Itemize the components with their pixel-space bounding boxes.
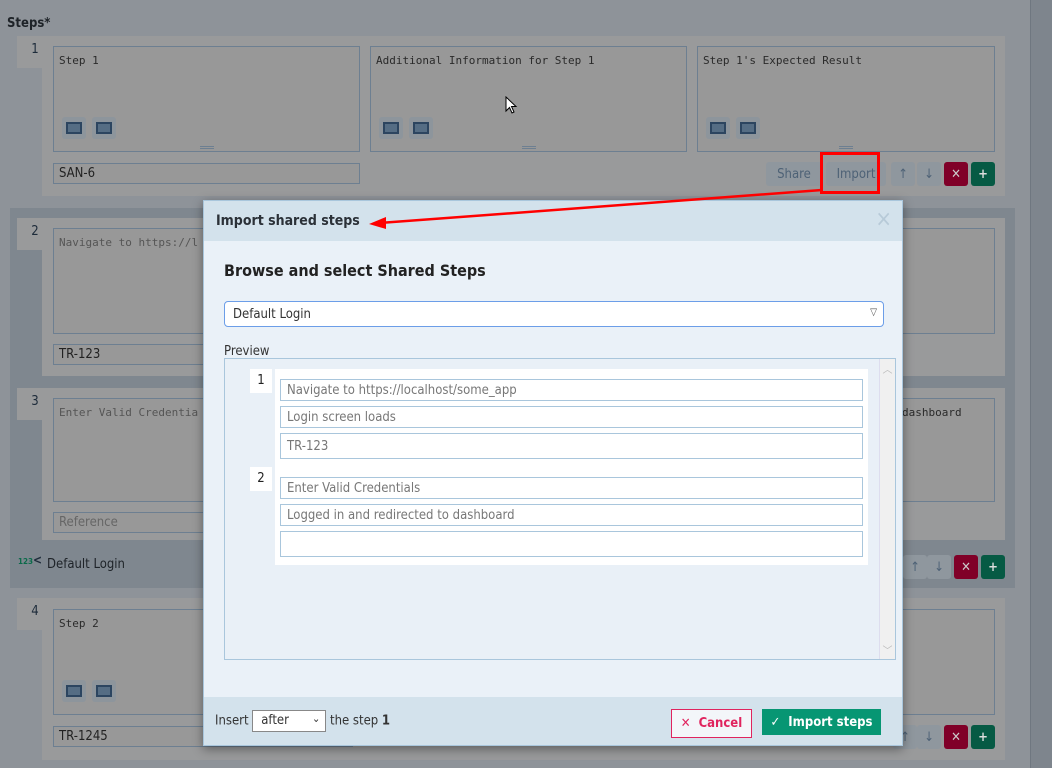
step-text: Step 2 <box>59 617 99 630</box>
dialog-heading: Browse and select Shared Steps <box>224 261 486 280</box>
move-down-button[interactable]: ↓ <box>927 555 951 579</box>
close-icon: ✕ <box>680 716 691 731</box>
expected-textarea[interactable] <box>890 609 995 715</box>
move-down-button[interactable]: ↓ <box>917 162 941 186</box>
reference-input[interactable]: SAN-6 <box>53 163 360 184</box>
insert-table-icon[interactable] <box>92 680 116 702</box>
required-mark: * <box>44 16 51 31</box>
shared-steps-icon: 123< <box>18 553 43 567</box>
expected-textarea[interactable]: dashboard <box>890 398 995 502</box>
preview-step-number: 2 <box>250 467 272 491</box>
expected-textarea[interactable] <box>890 228 995 334</box>
insert-image-icon[interactable] <box>62 680 86 702</box>
preview-expected-field: Login screen loads <box>280 406 863 428</box>
preview-scrollbar[interactable]: ︿ ﹀ <box>879 359 895 659</box>
step-text: Step 1 <box>59 54 99 67</box>
preview-step: 2 Enter Valid Credentials Logged in and … <box>250 465 868 565</box>
import-steps-label: Import steps <box>788 714 873 730</box>
dropdown-caret-icon: ▽ <box>870 307 877 318</box>
step-number: 1 <box>17 36 53 68</box>
preview-step: 1 Navigate to https://localhost/some_app… <box>250 369 868 465</box>
the-step-label: the step <box>329 713 379 729</box>
selected-value: Default Login <box>233 307 311 322</box>
import-shared-steps-dialog: Import shared steps × Browse and select … <box>203 200 903 746</box>
move-down-button[interactable]: ↓ <box>917 725 941 749</box>
insert-table-icon[interactable] <box>736 117 760 139</box>
preview-panel: 1 Navigate to https://localhost/some_app… <box>224 358 896 660</box>
delete-step-button[interactable]: ✕ <box>944 725 968 749</box>
check-icon: ✓ <box>770 714 781 730</box>
preview-expected-field: Logged in and redirected to dashboard <box>280 504 863 526</box>
steps-label: Steps* <box>7 16 50 31</box>
move-up-button[interactable]: ↑ <box>891 162 915 186</box>
preview-reference-field <box>280 531 863 557</box>
info-text: Additional Information for Step 1 <box>376 54 595 67</box>
annotation-highlight-box <box>820 152 880 194</box>
import-steps-button[interactable]: ✓ Import steps <box>762 709 881 735</box>
preview-step-field: Navigate to https://localhost/some_app <box>280 379 863 401</box>
preview-label: Preview <box>224 344 270 359</box>
expected-textarea[interactable]: Step 1's Expected Result <box>697 46 995 152</box>
add-step-button[interactable]: + <box>981 555 1005 579</box>
step-textarea[interactable]: Step 1 <box>53 46 360 152</box>
insert-table-icon[interactable] <box>92 117 116 139</box>
delete-step-button[interactable]: ✕ <box>954 555 978 579</box>
dialog-header: Import shared steps <box>204 201 902 241</box>
expected-text: Step 1's Expected Result <box>703 54 862 67</box>
move-up-button[interactable]: ↑ <box>903 555 927 579</box>
close-icon[interactable]: × <box>875 207 892 232</box>
insert-table-icon[interactable] <box>409 117 433 139</box>
dialog-footer: Insert after ⌄ the step 1 ✕ Cancel ✓ Import… <box>204 697 902 745</box>
page-scrollbar[interactable] <box>1030 0 1052 768</box>
shared-group-label: Default Login <box>47 557 125 572</box>
insert-image-icon[interactable] <box>379 117 403 139</box>
step-number: 4 <box>17 598 53 630</box>
cancel-label: Cancel <box>698 716 743 731</box>
insert-label: Insert <box>215 713 249 729</box>
cancel-button[interactable]: ✕ Cancel <box>671 709 752 738</box>
insert-image-icon[interactable] <box>706 117 730 139</box>
resize-handle[interactable] <box>521 146 536 149</box>
add-step-button[interactable]: + <box>971 162 995 186</box>
resize-handle[interactable] <box>839 146 853 149</box>
mouse-cursor-icon <box>505 96 518 114</box>
info-textarea[interactable]: Additional Information for Step 1 <box>370 46 687 152</box>
insert-position-value: after <box>261 713 289 728</box>
add-step-button[interactable]: + <box>971 725 995 749</box>
insert-position-select[interactable]: after ⌄ <box>252 710 327 732</box>
steps-label-text: Steps <box>7 16 45 31</box>
shared-icon-text: 123 <box>18 557 34 566</box>
chevron-down-icon: ⌄ <box>311 712 321 725</box>
preview-step-number: 1 <box>250 369 272 393</box>
preview-step-field: Enter Valid Credentials <box>280 477 863 499</box>
step-number-value: 1 <box>381 713 391 729</box>
shared-steps-select[interactable]: Default Login ▽ <box>224 301 884 327</box>
insert-position-row: Insert after ⌄ the step 1 <box>215 710 390 732</box>
dialog-title: Import shared steps <box>216 213 360 229</box>
delete-step-button[interactable]: ✕ <box>944 162 968 186</box>
insert-image-icon[interactable] <box>62 117 86 139</box>
step-number: 3 <box>17 388 53 420</box>
share-button[interactable]: Share <box>766 162 822 186</box>
preview-reference-field: TR-123 <box>280 433 863 459</box>
step-number: 2 <box>17 218 53 250</box>
resize-handle[interactable] <box>199 146 214 149</box>
